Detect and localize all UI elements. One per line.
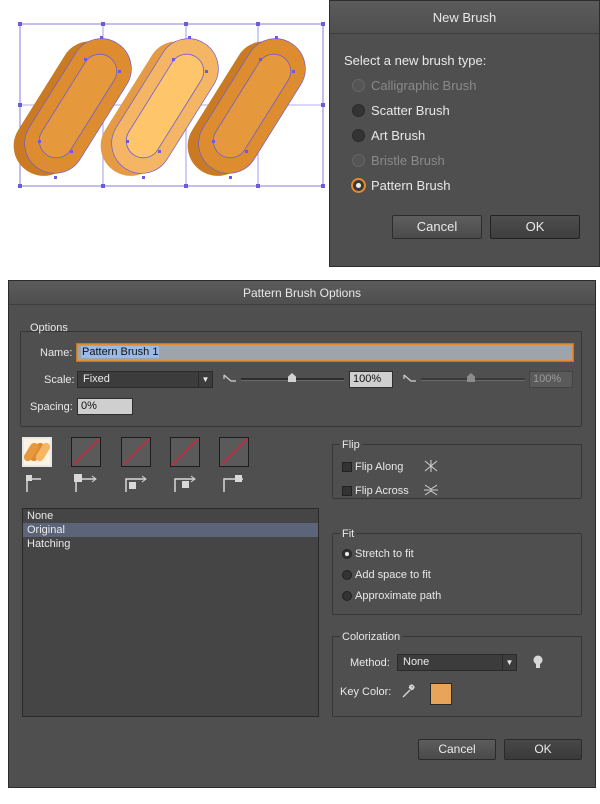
name-label: Name:: [40, 347, 73, 359]
cancel-button[interactable]: Cancel: [392, 215, 482, 239]
flip-along-checkbox[interactable]: [342, 462, 352, 472]
tile-outer-corner[interactable]: [71, 437, 101, 467]
list-item-hatching[interactable]: Hatching: [23, 537, 318, 551]
inner-corner-tile-icon: [125, 475, 147, 492]
flip-group-title: Flip: [340, 439, 362, 451]
radio-label: Art Brush: [371, 127, 426, 143]
flip-along-icon: [424, 460, 438, 472]
ok-button[interactable]: OK: [490, 215, 580, 239]
scale-mode-dropdown[interactable]: Fixed ▼: [77, 371, 213, 388]
approximate-path-radio[interactable]: [342, 591, 352, 601]
method-dropdown[interactable]: None ▼: [397, 654, 517, 671]
radio-bristle-brush: Bristle Brush: [352, 150, 445, 170]
method-value: None: [403, 656, 430, 668]
add-space-to-fit-radio[interactable]: [342, 570, 352, 580]
radio-button-icon: [352, 78, 365, 92]
radio-button-icon: [352, 178, 365, 192]
fit-group-title: Fit: [340, 528, 357, 540]
ok-button[interactable]: OK: [504, 739, 582, 760]
radio-label: Pattern Brush: [371, 177, 451, 193]
radio-button-icon: [352, 103, 365, 117]
chevron-down-icon: ▼: [198, 372, 212, 387]
colorization-group: [332, 636, 582, 717]
stretch-to-fit-label: Stretch to fit: [355, 548, 414, 560]
name-field[interactable]: Pattern Brush 1: [77, 344, 573, 361]
dialog-title: New Brush: [330, 1, 599, 34]
spacing-label: Spacing:: [30, 401, 73, 413]
pattern-tile-preview-icon: [24, 442, 50, 462]
spacing-field[interactable]: 0%: [77, 398, 133, 415]
method-label: Method:: [350, 657, 390, 669]
dialog-title: Pattern Brush Options: [9, 281, 595, 305]
options-group-title: Options: [30, 322, 68, 334]
scale-value-field-2: 100%: [529, 371, 573, 388]
start-tile-icon: [174, 475, 196, 492]
flip-across-checkbox[interactable]: [342, 486, 352, 496]
list-item-none[interactable]: None: [23, 509, 318, 523]
outer-corner-tile-icon: [74, 474, 97, 492]
stretch-to-fit-radio[interactable]: [342, 549, 352, 559]
end-tile-icon: [223, 475, 243, 492]
side-tile-icon: [26, 475, 41, 492]
key-color-swatch[interactable]: [430, 683, 452, 705]
chevron-down-icon: ▼: [502, 655, 516, 670]
scale-mode-value: Fixed: [83, 373, 110, 385]
cancel-button[interactable]: Cancel: [418, 739, 496, 760]
tile-inner-corner[interactable]: [121, 437, 151, 467]
tile-options-list[interactable]: None Original Hatching: [22, 508, 319, 717]
scale-label: Scale:: [44, 374, 75, 386]
tile-side[interactable]: [22, 437, 52, 467]
radio-label: Scatter Brush: [371, 102, 450, 118]
pattern-artwork: [13, 22, 325, 188]
eyedropper-icon[interactable]: [401, 684, 415, 698]
flip-along-label: Flip Along: [355, 461, 404, 473]
scale-variation-icon: [223, 374, 236, 382]
empty-tile-icon: [72, 438, 100, 466]
radio-label: Calligraphic Brush: [371, 77, 477, 93]
add-space-to-fit-label: Add space to fit: [355, 569, 431, 581]
brush-type-prompt: Select a new brush type:: [344, 53, 487, 68]
scale-value-field[interactable]: 100%: [349, 371, 393, 388]
tile-end[interactable]: [219, 437, 249, 467]
lightbulb-tips-icon[interactable]: [532, 654, 544, 670]
new-brush-dialog: New Brush Select a new brush type: Calli…: [329, 0, 600, 267]
radio-pattern-brush[interactable]: Pattern Brush: [352, 175, 451, 195]
tile-start[interactable]: [170, 437, 200, 467]
empty-tile-icon: [171, 438, 199, 466]
flip-across-icon: [424, 484, 438, 496]
approximate-path-label: Approximate path: [355, 590, 442, 602]
radio-button-icon: [352, 153, 365, 167]
empty-tile-icon: [122, 438, 150, 466]
key-color-label: Key Color:: [340, 686, 392, 698]
colorization-group-title: Colorization: [340, 631, 403, 643]
radio-scatter-brush[interactable]: Scatter Brush: [352, 100, 450, 120]
radio-button-icon: [352, 128, 365, 142]
radio-calligraphic-brush: Calligraphic Brush: [352, 75, 477, 95]
radio-label: Bristle Brush: [371, 152, 445, 168]
pattern-brush-options-dialog: Pattern Brush Options Options Name: Patt…: [8, 280, 596, 788]
name-value: Pattern Brush 1: [81, 346, 160, 358]
empty-tile-icon: [220, 438, 248, 466]
scale-variation-icon-2: [403, 374, 416, 382]
flip-across-label: Flip Across: [355, 485, 409, 497]
radio-art-brush[interactable]: Art Brush: [352, 125, 425, 145]
list-item-original[interactable]: Original: [23, 523, 318, 537]
